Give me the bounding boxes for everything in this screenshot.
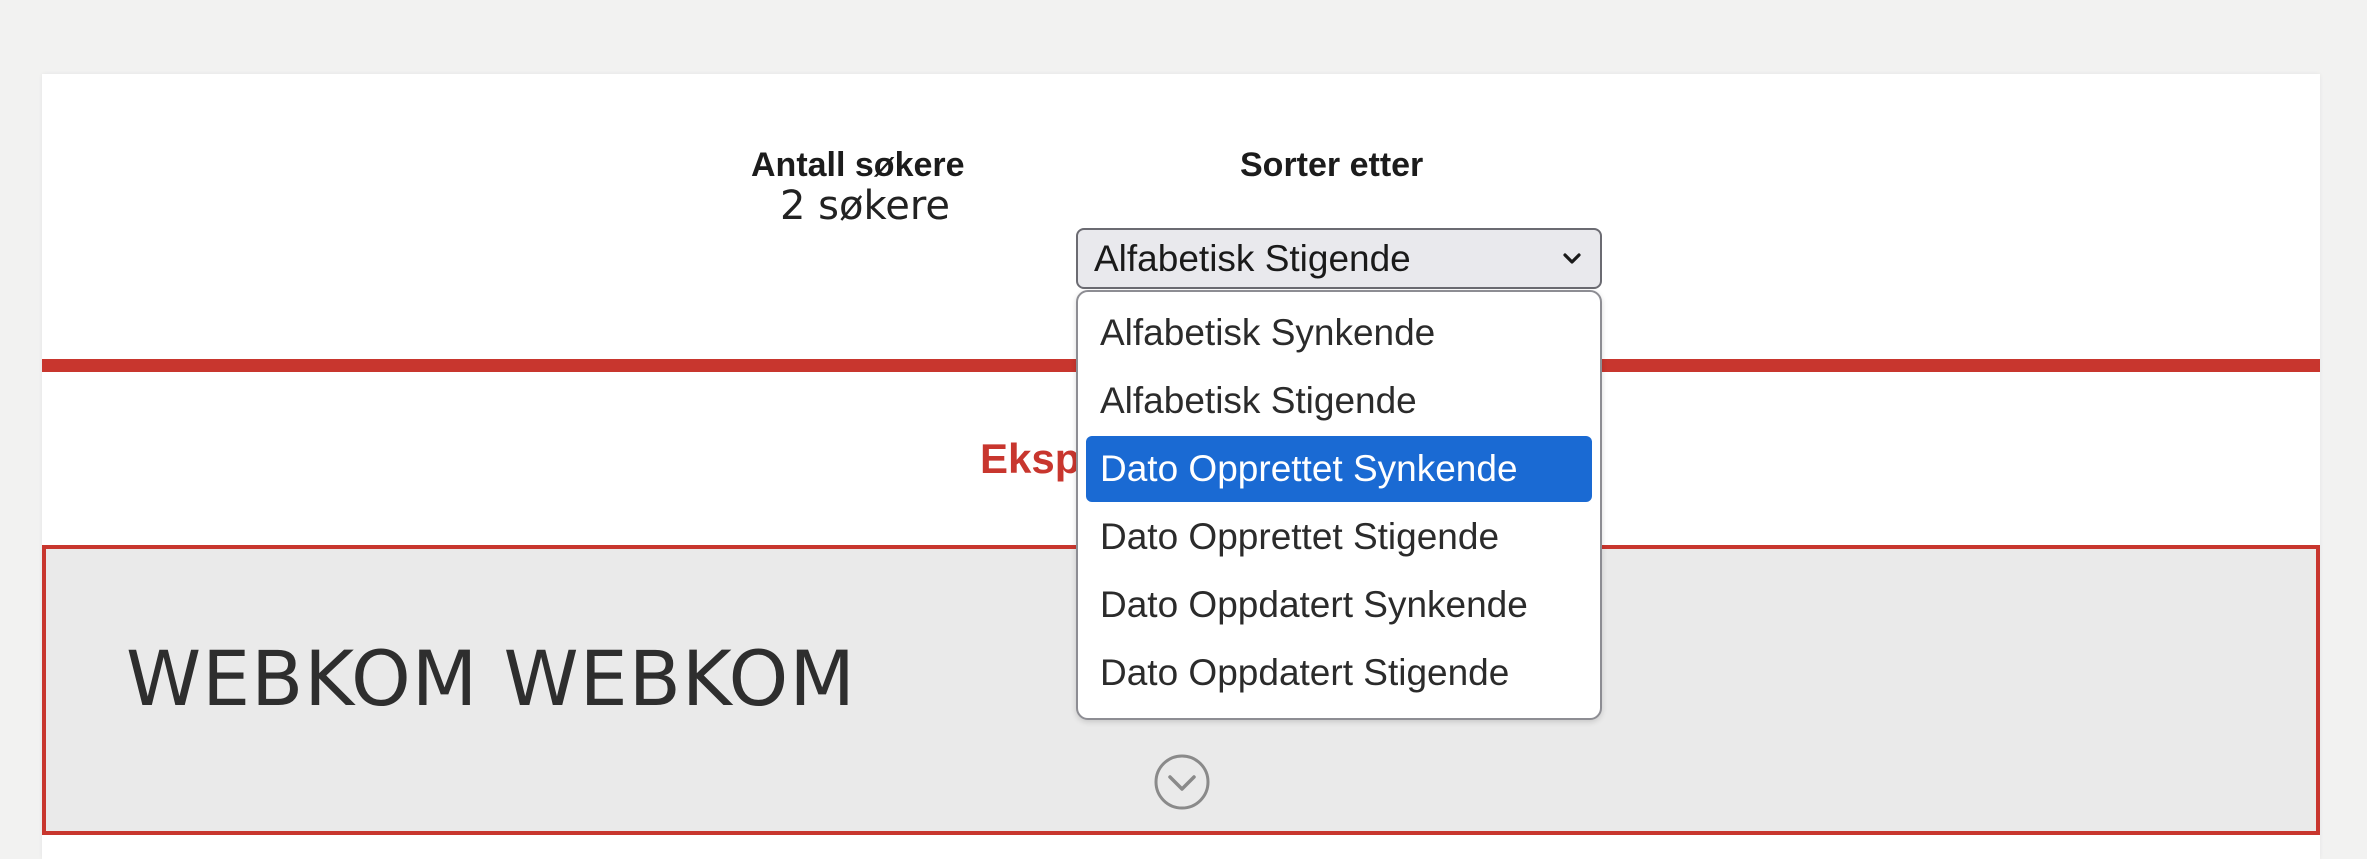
sort-option-created-desc[interactable]: Dato Opprettet Synkende	[1086, 436, 1592, 502]
sort-option-alphabetical-asc[interactable]: Alfabetisk Stigende	[1086, 368, 1592, 434]
sort-option-alphabetical-desc[interactable]: Alfabetisk Synkende	[1086, 300, 1592, 366]
sort-dropdown: Alfabetisk Synkende Alfabetisk Stigende …	[1076, 290, 1602, 720]
sort-option-updated-asc[interactable]: Dato Oppdatert Stigende	[1086, 640, 1592, 706]
circle-chevron-down-icon[interactable]	[1153, 753, 1211, 811]
applicant-count-label: Antall søkere	[751, 146, 965, 184]
sort-select-value: Alfabetisk Stigende	[1094, 238, 1411, 279]
sort-label: Sorter etter	[1240, 146, 1424, 184]
applicant-count-value: 2 søkere	[780, 183, 950, 229]
sort-select[interactable]: Alfabetisk Stigende	[1076, 228, 1602, 289]
export-link[interactable]: Eksp	[980, 435, 1080, 483]
applicant-name: WEBKOM WEBKOM	[126, 634, 856, 723]
bottom-strip	[42, 835, 2320, 859]
chevron-down-icon	[1563, 253, 1581, 264]
sort-option-created-asc[interactable]: Dato Opprettet Stigende	[1086, 504, 1592, 570]
sort-option-updated-desc[interactable]: Dato Oppdatert Synkende	[1086, 572, 1592, 638]
